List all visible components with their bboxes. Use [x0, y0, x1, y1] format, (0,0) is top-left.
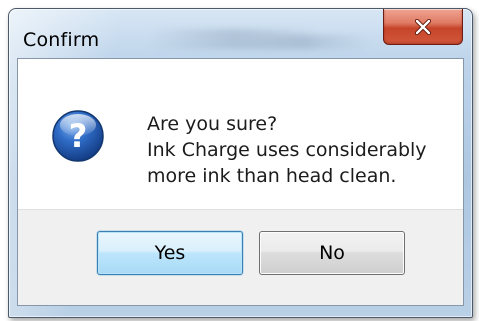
- yes-button[interactable]: Yes: [97, 231, 243, 275]
- glass-reflection: [239, 35, 369, 49]
- message-panel: ? Are you sure? Ink Charge uses consider…: [18, 59, 463, 210]
- dialog-title: Confirm: [23, 29, 100, 51]
- dialog-client-area: ? Are you sure? Ink Charge uses consider…: [17, 58, 464, 306]
- desktop-background: Confirm ? Are you sure? Ink Charge uses …: [0, 0, 479, 321]
- no-button[interactable]: No: [259, 231, 405, 275]
- message-line: more ink than head clean.: [147, 165, 397, 187]
- message-text: Are you sure? Ink Charge uses considerab…: [147, 111, 427, 189]
- confirm-dialog: Confirm ? Are you sure? Ink Charge uses …: [8, 8, 473, 318]
- close-button[interactable]: [383, 9, 463, 45]
- question-icon: ?: [52, 110, 104, 162]
- close-icon: [414, 18, 432, 35]
- svg-text:?: ?: [69, 117, 88, 155]
- message-line: Are you sure?: [147, 113, 278, 135]
- message-line: Ink Charge uses considerably: [147, 139, 427, 161]
